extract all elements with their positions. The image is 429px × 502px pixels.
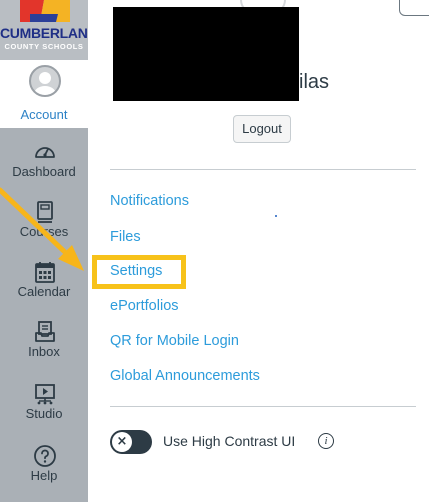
school-logo[interactable]: CUMBERLAND COUNTY SCHOOLS [0, 0, 88, 60]
info-icon[interactable]: i [318, 433, 334, 449]
nav-item-label: Inbox [28, 344, 60, 359]
dashboard-gauge-icon [35, 147, 55, 158]
nav-item-dashboard[interactable]: Dashboard [0, 136, 88, 194]
close-tray-button[interactable] [399, 0, 429, 16]
studio-presentation-icon [35, 384, 55, 405]
toggle-off-x-icon: × [112, 432, 132, 452]
nav-item-account[interactable]: Account [0, 60, 88, 128]
nav-item-inbox[interactable]: Inbox [0, 316, 88, 374]
logo-text-secondary: COUNTY SCHOOLS [4, 42, 84, 51]
nav-item-label: Courses [19, 224, 69, 239]
nav-item-label: Dashboard [12, 164, 76, 179]
nav-item-courses[interactable]: Courses [0, 196, 88, 254]
redacted-profile-area [113, 7, 299, 101]
calendar-icon [35, 262, 55, 283]
nav-item-label: Help [30, 468, 58, 483]
stray-dot [275, 215, 277, 217]
menu-link-eportfolios[interactable]: ePortfolios [110, 298, 179, 314]
settings-highlight-box [92, 255, 186, 289]
divider [110, 406, 416, 407]
high-contrast-label: Use High Contrast UI [163, 433, 296, 449]
menu-link-files[interactable]: Files [110, 229, 141, 245]
user-name: ilas [299, 71, 330, 93]
courses-book-icon [37, 201, 53, 223]
divider [110, 169, 416, 170]
menu-link-notifications[interactable]: Notifications [110, 193, 189, 209]
nav-item-label: Account [20, 107, 68, 122]
nav-item-help[interactable]: Help [0, 440, 88, 498]
high-contrast-toggle[interactable]: × [110, 430, 152, 454]
nav-item-label: Studio [25, 406, 63, 421]
help-question-icon [34, 445, 56, 467]
nav-item-calendar[interactable]: Calendar [0, 256, 88, 314]
menu-link-global-announcements[interactable]: Global Announcements [110, 368, 260, 384]
global-nav: CUMBERLAND COUNTY SCHOOLS Account Dashbo… [0, 0, 88, 502]
inbox-icon [35, 321, 55, 342]
menu-link-qr-mobile-login[interactable]: QR for Mobile Login [110, 333, 239, 349]
nav-item-label: Calendar [17, 284, 71, 299]
nav-item-studio[interactable]: Studio [0, 378, 88, 436]
logout-button[interactable]: Logout [233, 115, 291, 143]
avatar-icon [29, 65, 61, 97]
logo-text-primary: CUMBERLAND [0, 25, 88, 41]
